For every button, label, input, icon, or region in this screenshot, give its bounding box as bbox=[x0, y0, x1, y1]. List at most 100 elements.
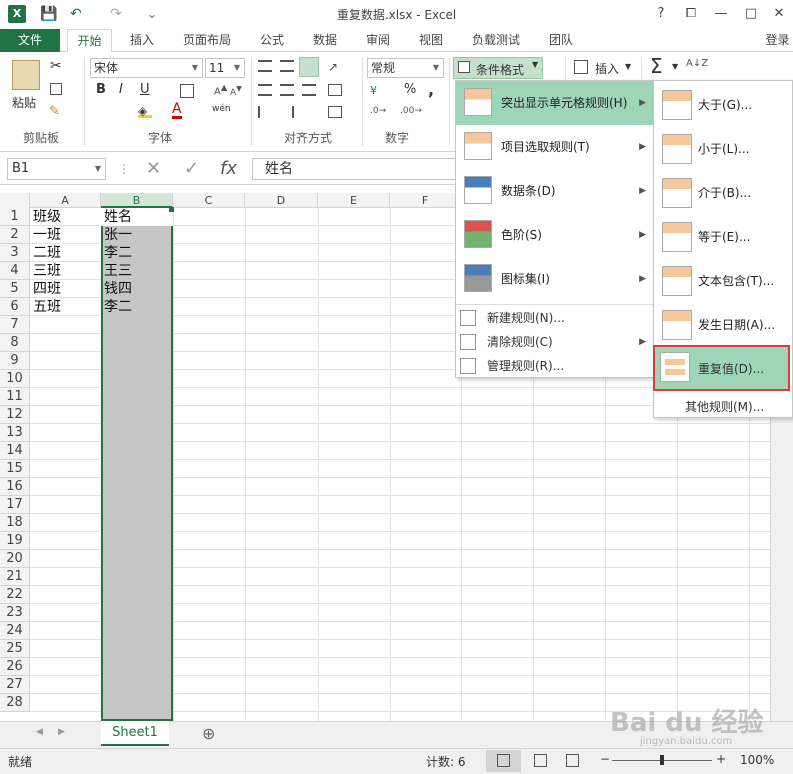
menu-item-top-bottom-rules[interactable]: 项目选取规则(T) ▶ bbox=[456, 125, 654, 169]
menu-item-new-rule[interactable]: 新建规则(N)... bbox=[456, 306, 654, 330]
font-color-icon[interactable]: A bbox=[172, 102, 182, 119]
sheet-scroll-left-icon[interactable]: ◀ bbox=[36, 727, 43, 737]
increase-decimal-icon[interactable]: .0→ bbox=[370, 106, 386, 116]
bold-button[interactable]: B bbox=[96, 82, 106, 97]
row-header-19[interactable]: 19 bbox=[0, 532, 30, 550]
row-header-12[interactable]: 12 bbox=[0, 406, 30, 424]
format-painter-icon[interactable]: ✎ bbox=[49, 104, 60, 119]
menu-item-clear-rules[interactable]: 清除规则(C) ▶ bbox=[456, 330, 654, 354]
tab-review[interactable]: 审阅 bbox=[358, 29, 398, 52]
orientation-icon[interactable]: ↗ bbox=[328, 60, 342, 74]
tab-view[interactable]: 视图 bbox=[411, 29, 451, 52]
row-header-6[interactable]: 6 bbox=[0, 298, 30, 316]
confirm-icon[interactable]: ✓ bbox=[184, 158, 199, 180]
row-header-13[interactable]: 13 bbox=[0, 424, 30, 442]
row-header-17[interactable]: 17 bbox=[0, 496, 30, 514]
column-header-d[interactable]: D bbox=[245, 193, 318, 208]
cell-a1[interactable]: 班级 bbox=[30, 208, 101, 226]
row-header-28[interactable]: 28 bbox=[0, 694, 30, 712]
copy-icon[interactable] bbox=[50, 83, 62, 95]
merge-center-icon[interactable] bbox=[328, 106, 342, 118]
cell-a6[interactable]: 五班 bbox=[30, 298, 101, 316]
italic-button[interactable]: I bbox=[119, 82, 123, 97]
menu-item-more-rules[interactable]: 其他规则(M)... bbox=[685, 398, 764, 415]
tab-page-layout[interactable]: 页面布局 bbox=[177, 29, 237, 52]
tab-formulas[interactable]: 公式 bbox=[252, 29, 292, 52]
row-header-27[interactable]: 27 bbox=[0, 676, 30, 694]
cell-b6[interactable]: 李二 bbox=[101, 298, 173, 316]
sheet-scroll-right-icon[interactable]: ▶ bbox=[58, 727, 65, 737]
phonetic-icon[interactable]: wén bbox=[212, 104, 231, 114]
menu-item-text-contains[interactable]: 文本包含(T)... bbox=[654, 259, 792, 303]
name-box[interactable]: B1 ▼ bbox=[7, 158, 106, 180]
align-center-icon[interactable] bbox=[280, 84, 294, 96]
row-header-1[interactable]: 1 bbox=[0, 208, 30, 226]
underline-button[interactable]: U bbox=[140, 82, 150, 97]
zoom-level[interactable]: 100% bbox=[740, 753, 774, 767]
align-right-icon[interactable] bbox=[302, 84, 316, 96]
cell-a4[interactable]: 三班 bbox=[30, 262, 101, 280]
row-header-4[interactable]: 4 bbox=[0, 262, 30, 280]
tab-team[interactable]: 团队 bbox=[541, 29, 581, 52]
add-sheet-icon[interactable]: ⊕ bbox=[202, 724, 215, 743]
normal-view-button[interactable] bbox=[486, 750, 521, 772]
row-header-5[interactable]: 5 bbox=[0, 280, 30, 298]
row-header-16[interactable]: 16 bbox=[0, 478, 30, 496]
row-header-9[interactable]: 9 bbox=[0, 352, 30, 370]
help-button[interactable]: ? bbox=[650, 4, 672, 24]
sheet-tab-sheet1[interactable]: Sheet1 bbox=[101, 721, 169, 746]
menu-item-date-occurring[interactable]: 发生日期(A)... bbox=[654, 303, 792, 347]
row-header-23[interactable]: 23 bbox=[0, 604, 30, 622]
border-icon[interactable] bbox=[180, 84, 194, 98]
cell-b2[interactable]: 张一 bbox=[101, 226, 173, 244]
row-header-2[interactable]: 2 bbox=[0, 226, 30, 244]
paste-icon[interactable] bbox=[12, 60, 40, 90]
cell-b4[interactable]: 王三 bbox=[101, 262, 173, 280]
cut-icon[interactable]: ✂ bbox=[50, 58, 62, 74]
menu-item-data-bars[interactable]: 数据条(D) ▶ bbox=[456, 169, 654, 213]
menu-item-color-scales[interactable]: 色阶(S) ▶ bbox=[456, 213, 654, 257]
percent-button[interactable]: % bbox=[404, 82, 416, 97]
column-header-f[interactable]: F bbox=[390, 193, 461, 208]
increase-indent-icon[interactable] bbox=[280, 106, 294, 118]
align-top-icon[interactable] bbox=[258, 60, 272, 72]
select-all-corner[interactable] bbox=[0, 193, 30, 208]
row-header-3[interactable]: 3 bbox=[0, 244, 30, 262]
menu-item-manage-rules[interactable]: 管理规则(R)... bbox=[456, 354, 654, 378]
sign-in-link[interactable]: 登录 bbox=[762, 29, 793, 52]
font-size-select[interactable]: 11 ▼ bbox=[205, 58, 245, 78]
zoom-in-button[interactable]: + bbox=[716, 752, 726, 766]
tab-data[interactable]: 数据 bbox=[305, 29, 345, 52]
column-header-e[interactable]: E bbox=[318, 193, 390, 208]
font-name-select[interactable]: 宋体 ▼ bbox=[90, 58, 203, 78]
row-header-25[interactable]: 25 bbox=[0, 640, 30, 658]
insert-function-icon[interactable]: fx bbox=[220, 158, 237, 180]
column-header-b[interactable]: B bbox=[101, 193, 173, 208]
menu-item-duplicate-values[interactable]: 重复值(D)... bbox=[698, 360, 764, 377]
conditional-formatting-button[interactable]: 条件格式 ▼ bbox=[453, 57, 543, 79]
align-left-icon[interactable] bbox=[258, 84, 272, 96]
cell-a3[interactable]: 二班 bbox=[30, 244, 101, 262]
menu-item-equal-to[interactable]: 等于(E)... bbox=[654, 215, 792, 259]
menu-item-between[interactable]: 介于(B)... bbox=[654, 171, 792, 215]
row-header-24[interactable]: 24 bbox=[0, 622, 30, 640]
decrease-decimal-icon[interactable]: .00→ bbox=[400, 106, 422, 116]
column-header-c[interactable]: C bbox=[173, 193, 245, 208]
row-header-22[interactable]: 22 bbox=[0, 586, 30, 604]
tab-insert[interactable]: 插入 bbox=[122, 29, 162, 52]
row-header-10[interactable]: 10 bbox=[0, 370, 30, 388]
row-header-20[interactable]: 20 bbox=[0, 550, 30, 568]
tab-file[interactable]: 文件 bbox=[0, 29, 60, 52]
number-format-select[interactable]: 常规 ▼ bbox=[367, 58, 444, 78]
paste-button[interactable]: 粘贴 bbox=[12, 94, 36, 111]
row-header-7[interactable]: 7 bbox=[0, 316, 30, 334]
menu-item-icon-sets[interactable]: 图标集(I) ▶ bbox=[456, 257, 654, 301]
column-header-a[interactable]: A bbox=[30, 193, 101, 208]
zoom-out-button[interactable]: − bbox=[600, 752, 610, 766]
page-layout-view-icon[interactable] bbox=[534, 754, 547, 767]
zoom-thumb[interactable] bbox=[660, 755, 664, 765]
fill-color-icon[interactable]: ◈ bbox=[138, 104, 152, 118]
row-header-26[interactable]: 26 bbox=[0, 658, 30, 676]
cancel-icon[interactable]: ✕ bbox=[146, 158, 161, 180]
page-break-view-icon[interactable] bbox=[566, 754, 579, 767]
